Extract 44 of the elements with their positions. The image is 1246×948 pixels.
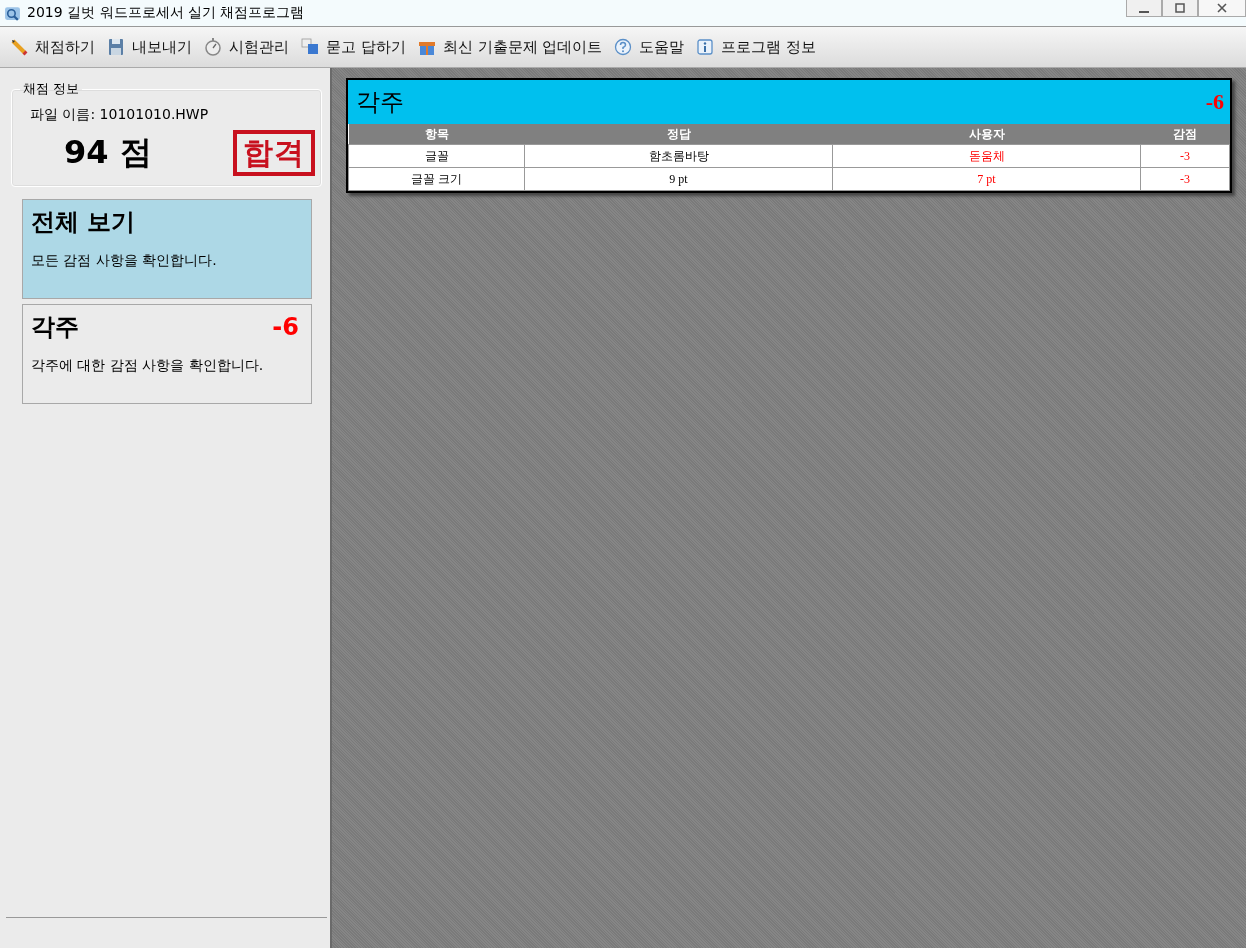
group-title: 채점 정보 xyxy=(22,80,81,98)
help-icon xyxy=(614,38,633,56)
window-title: 2019 길벗 워드프로세서 실기 채점프로그램 xyxy=(27,4,305,22)
pencil-icon xyxy=(10,38,28,56)
stopwatch-icon xyxy=(204,38,222,56)
category-title: 전체 보기 xyxy=(31,207,136,238)
close-button[interactable] xyxy=(1198,0,1246,17)
column-header: 감점 xyxy=(1140,124,1230,145)
app-icon xyxy=(4,4,21,22)
minimize-icon xyxy=(1139,11,1149,13)
column-header: 사용자 xyxy=(832,124,1141,145)
maximize-button[interactable] xyxy=(1162,0,1198,17)
toolbar-button[interactable]: 프로그램 정보 xyxy=(694,37,819,57)
category-penalty: -6 xyxy=(272,313,299,341)
table-cell: 글꼴 크기 xyxy=(348,167,525,191)
toolbar-button[interactable]: 최신 기출문제 업데이트 xyxy=(415,37,605,57)
score: 94 점 xyxy=(64,132,152,173)
table-cell: 7 pt xyxy=(832,167,1141,191)
detail-penalty: -6 xyxy=(1205,89,1224,115)
table-cell: 돋움체 xyxy=(832,144,1141,168)
table-cell: 함초롬바탕 xyxy=(524,144,833,168)
category-description: 모든 감점 사항을 확인합니다. xyxy=(31,252,218,270)
table-cell: -3 xyxy=(1140,144,1230,168)
column-header: 정답 xyxy=(524,124,833,145)
pass-stamp: 합격 xyxy=(233,130,315,176)
category-title: 각주 xyxy=(31,312,79,343)
category-card[interactable]: 각주 -6 각주에 대한 감점 사항을 확인합니다. xyxy=(22,304,312,404)
minimize-button[interactable] xyxy=(1126,0,1162,17)
maximize-icon xyxy=(1173,3,1187,13)
toolbar-button[interactable]: 내보내기 xyxy=(105,37,194,57)
table-cell: -3 xyxy=(1140,167,1230,191)
category-card[interactable]: 전체 보기 모든 감점 사항을 확인합니다. xyxy=(22,199,312,299)
detail-title: 각주 xyxy=(356,87,404,118)
file-name: 파일 이름: 10101010.HWP xyxy=(30,106,210,124)
table-cell: 글꼴 xyxy=(348,144,525,168)
table-cell: 9 pt xyxy=(524,167,833,191)
toolbar-button[interactable]: 묻고 답하기 xyxy=(299,37,408,57)
toolbar-button[interactable]: 시험관리 xyxy=(202,37,291,57)
category-description: 각주에 대한 감점 사항을 확인합니다. xyxy=(31,357,265,375)
toolbar-button[interactable]: 채점하기 xyxy=(8,37,97,57)
info-icon xyxy=(696,38,715,56)
column-header: 항목 xyxy=(348,124,525,145)
close-icon xyxy=(1215,3,1229,13)
toolbar-button[interactable]: 도움말 xyxy=(612,37,687,57)
